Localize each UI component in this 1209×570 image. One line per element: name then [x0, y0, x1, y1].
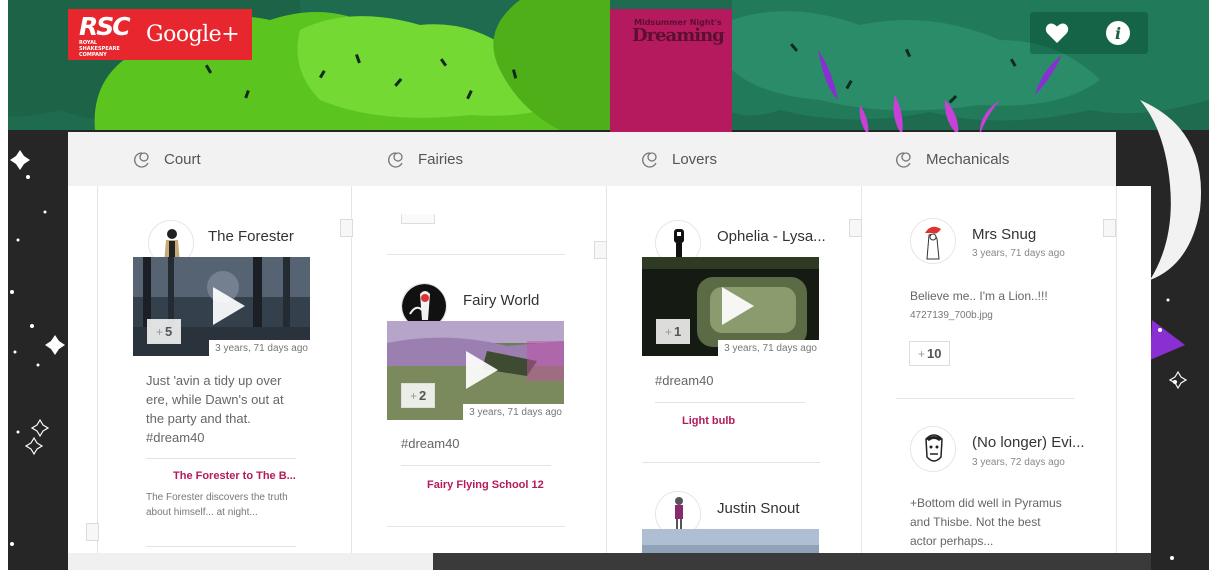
post-divider: [387, 526, 565, 527]
heart-icon: [1045, 23, 1069, 43]
tab-lovers[interactable]: Lovers: [576, 132, 830, 187]
post-timestamp: 3 years, 72 days ago: [972, 457, 1065, 468]
column-divider: [351, 186, 352, 554]
post-author[interactable]: Justin Snout: [717, 500, 800, 517]
tab-fairies-label: Fairies: [418, 151, 464, 168]
column-divider: [861, 186, 862, 554]
column-divider: [1116, 186, 1117, 554]
column-divider: [97, 186, 98, 554]
post-author[interactable]: Mrs Snug: [972, 226, 1036, 243]
post-link-title[interactable]: Fairy Flying School 12: [427, 479, 544, 491]
play-icon[interactable]: [213, 287, 245, 325]
info-button[interactable]: i: [1106, 21, 1130, 45]
show-title-badge[interactable]: Midsummer Night's Dreaming: [610, 9, 732, 133]
info-icon: i: [1114, 23, 1122, 43]
post-body: Believe me.. I'm a Lion..!!!: [910, 289, 1048, 303]
bottom-light-strip: [68, 553, 433, 570]
play-icon[interactable]: [466, 351, 498, 389]
tab-court[interactable]: Court: [68, 132, 322, 187]
evil-avatar-image: [911, 427, 955, 471]
plus-one-button[interactable]: +5: [147, 319, 182, 344]
avatar[interactable]: [910, 218, 956, 264]
tab-pin-icon: [134, 151, 149, 168]
post-timestamp: 3 years, 71 days ago: [718, 340, 819, 356]
post-timestamp: 3 years, 71 days ago: [972, 248, 1065, 259]
post-divider: [387, 254, 565, 255]
avatar[interactable]: [910, 426, 956, 472]
plus-count: 5: [165, 324, 173, 339]
post-author[interactable]: Fairy World: [463, 292, 539, 309]
tab-mechanicals[interactable]: Mechanicals: [830, 132, 1084, 187]
favourite-button[interactable]: [1044, 20, 1070, 46]
tab-fairies[interactable]: Fairies: [322, 132, 576, 187]
rsc-logo-text: RSC: [79, 12, 131, 41]
post-author[interactable]: The Forester: [208, 228, 294, 245]
feed-panel: The Forester +5 3 years, 71 days ago Jus…: [68, 186, 1151, 554]
post-video-thumbnail[interactable]: +2 3 years, 71 days ago: [387, 321, 564, 420]
column-scroll-handle[interactable]: [340, 219, 353, 237]
post-body: +Bottom did well in Pyramus and Thisbe. …: [910, 496, 1062, 548]
post-timestamp: 3 years, 71 days ago: [209, 340, 310, 356]
google-plus-label: Google+: [146, 22, 240, 47]
plus-one-button[interactable]: +2: [401, 383, 436, 408]
column-scroll-handle[interactable]: [849, 219, 862, 237]
column-scroll-handle[interactable]: [1103, 219, 1116, 237]
plus-count: 1: [674, 324, 682, 339]
tab-pin-icon: [388, 151, 403, 168]
column-scroll-handle[interactable]: [86, 523, 99, 541]
show-title-main: Dreaming: [632, 25, 725, 46]
plus-count: 10: [927, 346, 942, 361]
tab-pin-icon: [642, 151, 657, 168]
post-timestamp: 3 years, 71 days ago: [463, 404, 564, 420]
post-video-thumbnail[interactable]: [642, 529, 819, 554]
plus-count: 2: [419, 388, 427, 403]
post-body: #dream40: [655, 373, 714, 388]
tab-court-label: Court: [164, 151, 201, 168]
post-divider: [896, 398, 1074, 399]
post-divider: [146, 546, 296, 547]
post-divider: [655, 402, 805, 403]
post-divider: [146, 458, 296, 459]
post-body: Just 'avin a tidy up over ere, while Daw…: [146, 373, 284, 445]
rsc-logo-subtitle: ROYAL SHAKESPEARE COMPANY: [79, 40, 120, 58]
post-video-thumbnail[interactable]: +1 3 years, 71 days ago: [642, 257, 819, 356]
plus-one-button[interactable]: +10: [909, 341, 951, 366]
left-edge-strip: [0, 0, 8, 570]
category-tab-bar: Court Fairies Lovers Mechanicals: [68, 132, 1116, 187]
tab-lovers-label: Lovers: [672, 151, 718, 168]
sky-video-image: [642, 529, 819, 554]
tab-mechanicals-label: Mechanicals: [926, 151, 1010, 168]
plus-one-button[interactable]: +1: [656, 319, 691, 344]
post-divider: [642, 462, 820, 463]
post-link-description: The Forester discovers the truth about h…: [146, 492, 288, 518]
post-divider: [401, 465, 551, 466]
play-icon[interactable]: [722, 287, 754, 325]
post-body: #dream40: [401, 436, 460, 451]
post-link-title[interactable]: The Forester to The B...: [173, 470, 296, 482]
post-author[interactable]: (No longer) Evi...: [972, 434, 1085, 451]
bottom-dark-strip: [433, 553, 1151, 570]
brand-banner[interactable]: RSC ROYAL SHAKESPEARE COMPANY Google+: [68, 9, 252, 60]
rsc-logo: RSC ROYAL SHAKESPEARE COMPANY: [68, 9, 138, 60]
post-author[interactable]: Ophelia - Lysa...: [717, 228, 826, 245]
tab-pin-icon: [896, 151, 911, 168]
column-scroll-handle[interactable]: [594, 241, 607, 259]
post-video-thumbnail[interactable]: +5 3 years, 71 days ago: [133, 257, 310, 356]
previous-post-stub: [401, 214, 435, 224]
mrs-snug-avatar-image: [911, 219, 955, 263]
post-attachment-name[interactable]: 4727139_700b.jpg: [910, 310, 993, 321]
post-link-title[interactable]: Light bulb: [682, 415, 735, 427]
